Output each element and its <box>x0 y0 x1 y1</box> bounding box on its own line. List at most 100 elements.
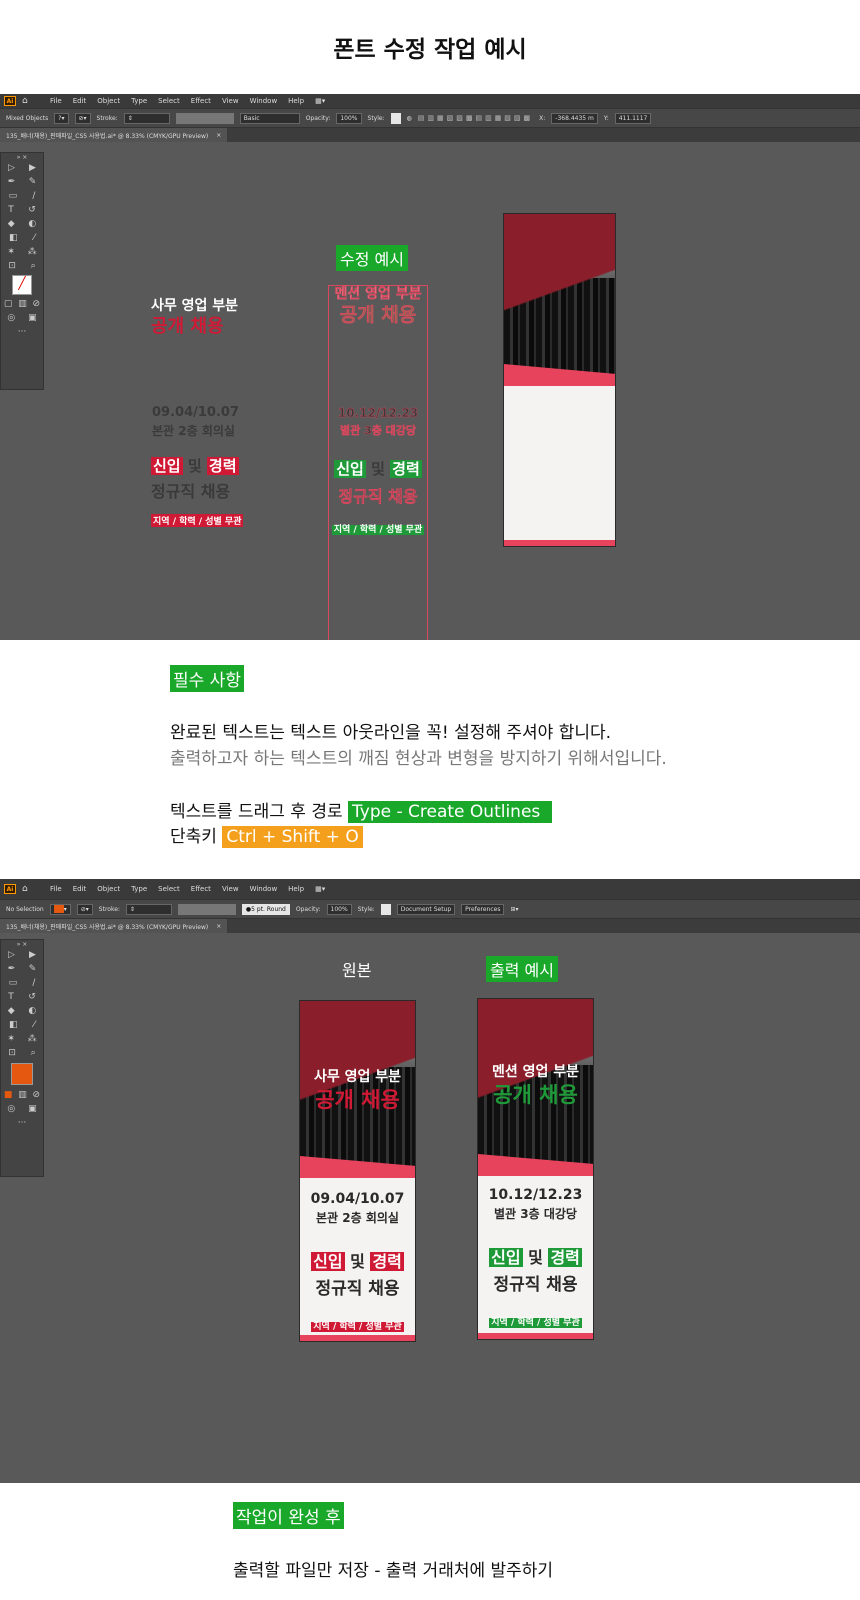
eyedropper-tool-icon[interactable]: ⁄ <box>33 1020 35 1030</box>
preferences-button[interactable]: Preferences <box>461 903 505 915</box>
menu-object[interactable]: Object <box>97 97 120 105</box>
menu-edit[interactable]: Edit <box>73 97 87 105</box>
menu-view[interactable]: View <box>222 885 239 893</box>
style-swatch[interactable] <box>390 112 401 124</box>
menu-view[interactable]: View <box>222 97 239 105</box>
puppet-warp-icon[interactable]: ✶ <box>7 247 15 257</box>
stroke-weight-input[interactable]: ⇕ <box>125 903 172 915</box>
variable-width-field[interactable] <box>175 112 234 124</box>
menu-window[interactable]: Window <box>250 885 278 893</box>
brush-definition[interactable]: ● 5 pt. Round <box>241 903 290 915</box>
artboard-tool-icon[interactable]: ⊡ <box>8 1048 16 1058</box>
menu-object[interactable]: Object <box>97 885 120 893</box>
align-icons[interactable]: ▤▥▦▧▨▩▤▥▦▧▨▩ <box>418 114 533 122</box>
panel-grip-icon: » × <box>16 153 28 161</box>
shape-builder-icon[interactable]: ◐ <box>28 1006 36 1016</box>
eraser-tool-icon[interactable]: ◆ <box>8 219 15 229</box>
output-banner-footer-wrap: 지역 / 학력 / 성별 무관 <box>478 1315 593 1328</box>
more-tools-icon[interactable]: ··· <box>18 327 27 337</box>
curvature-tool-icon[interactable]: ✎ <box>29 177 37 187</box>
gradient-fill-icon[interactable]: ▥ <box>18 299 27 309</box>
menu-help[interactable]: Help <box>288 885 304 893</box>
document-tab[interactable]: 135_배너(채용)_판매파일_CS5 사용법.ai* @ 8.33% (CMY… <box>0 128 228 142</box>
rotate-tool-icon[interactable]: ↺ <box>28 992 36 1002</box>
brush-tool-icon[interactable]: ∕ <box>32 978 35 988</box>
type-tool-icon[interactable]: T <box>8 992 14 1002</box>
screen-mode-icon[interactable]: ▣ <box>28 1104 37 1114</box>
screen-mode-icon[interactable]: ▣ <box>28 313 37 323</box>
home-icon[interactable]: ⌂ <box>22 96 36 106</box>
draw-modes-icon[interactable]: ◎ <box>7 313 15 323</box>
document-tab[interactable]: 135_배너(채용)_판매파일_CS5 사용법.ai* @ 8.33% (CMY… <box>0 919 228 933</box>
rotate-tool-icon[interactable]: ↺ <box>28 205 36 215</box>
document-setup-button[interactable]: Document Setup <box>396 903 456 915</box>
fill-stroke-icon[interactable]: ╱ <box>12 275 32 295</box>
default-colors-icon[interactable]: ■ <box>4 1090 13 1100</box>
menu-type[interactable]: Type <box>131 97 147 105</box>
rectangle-tool-icon[interactable]: ▭ <box>9 978 18 988</box>
symbol-sprayer-icon[interactable]: ⁂ <box>28 247 37 257</box>
brush-tool-icon[interactable]: ∕ <box>32 191 35 201</box>
brush-definition[interactable]: Basic <box>239 112 300 124</box>
selection-tool-icon[interactable]: ▷ <box>8 163 15 173</box>
tools-panel: » × ▷ ▶ ✒ ✎ ▭ ∕ T ↺ ◆ ◐ ◧ ⁄ ✶ ⁂ ⊡ ⌕ ■ ▥ ⊘ ◎ ▣ ··· <box>0 939 44 1177</box>
menu-help[interactable]: Help <box>288 97 304 105</box>
direct-selection-tool-icon[interactable]: ▶ <box>29 950 36 960</box>
eyedropper-tool-icon[interactable]: ⁄ <box>33 233 35 243</box>
menu-select[interactable]: Select <box>158 885 180 893</box>
fill-swatch[interactable]: ▾ <box>49 903 71 915</box>
y-input[interactable]: 411.1117 <box>614 112 652 124</box>
workspace-switcher-icon[interactable]: ▦▾ <box>315 885 325 893</box>
x-input[interactable]: -368.4435 m <box>551 112 598 124</box>
type-tool-icon[interactable]: T <box>8 205 14 215</box>
stroke-swatch-icon[interactable]: ⊘▾ <box>74 112 91 124</box>
opacity-input[interactable]: 100% <box>336 112 362 124</box>
puppet-warp-icon[interactable]: ✶ <box>7 1034 15 1044</box>
gradient-tool-icon[interactable]: ◧ <box>9 1020 18 1030</box>
gradient-tool-icon[interactable]: ◧ <box>9 233 18 243</box>
pen-tool-icon[interactable]: ✒ <box>8 964 16 974</box>
workspace-switcher-icon[interactable]: ▦▾ <box>315 97 325 105</box>
more-tools-icon[interactable]: ··· <box>18 1118 27 1128</box>
menu-effect[interactable]: Effect <box>191 885 211 893</box>
stroke-weight-input[interactable]: ⇕ <box>123 112 170 124</box>
zoom-tool-icon[interactable]: ⌕ <box>31 261 36 271</box>
rectangle-tool-icon[interactable]: ▭ <box>9 191 18 201</box>
fill-swatch[interactable]: ?▾ <box>54 112 69 124</box>
stroke-label: Stroke: <box>96 114 118 122</box>
empty-banner-artboard <box>503 213 616 547</box>
artboard-tool-icon[interactable]: ⊡ <box>8 261 16 271</box>
fill-stroke-icon[interactable] <box>11 1063 33 1085</box>
recolor-icon[interactable]: ◍ <box>407 115 412 122</box>
opacity-input[interactable]: 100% <box>326 903 352 915</box>
zoom-tool-icon[interactable]: ⌕ <box>31 1048 36 1058</box>
pen-tool-icon[interactable]: ✒ <box>8 177 16 187</box>
stroke-swatch-icon[interactable]: ⊘▾ <box>76 903 93 915</box>
menu-effect[interactable]: Effect <box>191 97 211 105</box>
orig-newcomer-line: 신입 및 경력 <box>151 455 239 476</box>
menu-select[interactable]: Select <box>158 97 180 105</box>
menu-file[interactable]: File <box>50 97 62 105</box>
style-swatch[interactable] <box>380 903 391 915</box>
menu-type[interactable]: Type <box>131 885 147 893</box>
gradient-fill-icon[interactable]: ▥ <box>18 1090 27 1100</box>
close-tab-icon[interactable]: × <box>216 923 221 930</box>
default-colors-icon[interactable]: ▢ <box>4 299 13 309</box>
home-icon[interactable]: ⌂ <box>22 884 36 894</box>
curvature-tool-icon[interactable]: ✎ <box>29 964 37 974</box>
menu-file[interactable]: File <box>50 885 62 893</box>
menu-edit[interactable]: Edit <box>73 885 87 893</box>
eraser-tool-icon[interactable]: ◆ <box>8 1006 15 1016</box>
original-banner: 사무 영업 부분 공개 채용 09.04/10.07 본관 2층 회의실 신입 … <box>299 1000 416 1342</box>
symbol-sprayer-icon[interactable]: ⁂ <box>28 1034 37 1044</box>
shape-builder-icon[interactable]: ◐ <box>28 219 36 229</box>
none-fill-icon[interactable]: ⊘ <box>33 299 41 309</box>
close-tab-icon[interactable]: × <box>216 132 221 139</box>
direct-selection-tool-icon[interactable]: ▶ <box>29 163 36 173</box>
selection-tool-icon[interactable]: ▷ <box>8 950 15 960</box>
menu-window[interactable]: Window <box>250 97 278 105</box>
variable-width-field[interactable] <box>177 903 236 915</box>
arrange-icon[interactable]: ⊞▾ <box>510 906 518 913</box>
draw-modes-icon[interactable]: ◎ <box>7 1104 15 1114</box>
none-fill-icon[interactable]: ⊘ <box>33 1090 41 1100</box>
